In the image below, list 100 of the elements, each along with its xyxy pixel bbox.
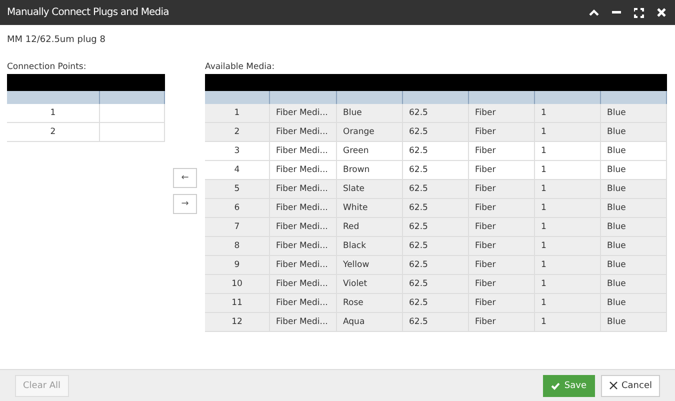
table-cell: 1	[535, 275, 601, 293]
table-cell: Fiber Medi...	[270, 180, 337, 198]
minimize-icon[interactable]	[612, 11, 621, 14]
table-cell: 62.5	[403, 142, 469, 160]
table-row[interactable]: 9 Fiber Medi... Yellow 62.5 Fiber 1 Blue	[205, 256, 667, 275]
table-row[interactable]: 10 Fiber Medi... Violet 62.5 Fiber 1 Blue	[205, 275, 667, 294]
table-cell: 3	[205, 142, 270, 160]
table-cell: 9	[205, 256, 270, 274]
table-cell: Blue	[601, 313, 667, 331]
table-cell: 1	[535, 313, 601, 331]
table-cell: Slate	[337, 180, 403, 198]
move-button[interactable]: ←	[173, 168, 197, 188]
table-cell: 1	[535, 294, 601, 312]
table-cell: 1	[535, 123, 601, 141]
table-cell: Blue	[601, 142, 667, 160]
table-cell: 62.5	[403, 161, 469, 179]
table-row[interactable]: 3 Fiber Medi... Green 62.5 Fiber 1 Blue	[205, 142, 667, 161]
table-cell: 1	[205, 104, 270, 122]
table-cell: 2	[205, 123, 270, 141]
table-cell: Rose	[337, 294, 403, 312]
table-cell: 62.5	[403, 104, 469, 122]
table-cell: 62.5	[403, 275, 469, 293]
table-cell: Black	[337, 237, 403, 255]
table-cell: 62.5	[403, 237, 469, 255]
table-row[interactable]: 8 Fiber Medi... Black 62.5 Fiber 1 Blue	[205, 237, 667, 256]
table-row[interactable]: 6 Fiber Medi... White 62.5 Fiber 1 Blue	[205, 199, 667, 218]
table-cell: 62.5	[403, 199, 469, 217]
table-cell: Blue	[601, 294, 667, 312]
table-cell: Blue	[601, 218, 667, 236]
table-cell: Fiber Medi...	[270, 199, 337, 217]
table-cell: Fiber Medi...	[270, 313, 337, 331]
table-cell: 62.5	[403, 218, 469, 236]
table-cell: 62.5	[403, 313, 469, 331]
table-row[interactable]: 12 Fiber Medi... Aqua 62.5 Fiber 1 Blue	[205, 313, 667, 332]
table-cell: Fiber	[469, 256, 535, 274]
table-cell: 62.5	[403, 123, 469, 141]
check-icon	[551, 382, 560, 390]
table-cell: Fiber	[469, 237, 535, 255]
plug-name: MM 12/62.5um plug 8	[7, 35, 106, 45]
table-cell: Blue	[601, 237, 667, 255]
table-row[interactable]: 5 Fiber Medi... Slate 62.5 Fiber 1 Blue	[205, 180, 667, 199]
table-cell: 62.5	[403, 294, 469, 312]
close-icon	[608, 381, 618, 390]
table-cell: Green	[337, 142, 403, 160]
table-row[interactable]: 11 Fiber Medi... Rose 62.5 Fiber 1 Blue	[205, 294, 667, 313]
move-button[interactable]: →	[173, 194, 197, 214]
table-cell: 62.5	[403, 256, 469, 274]
table-cell: Fiber Medi...	[270, 218, 337, 236]
table-cell: Fiber	[469, 104, 535, 122]
table-label: Available Media:	[205, 62, 276, 74]
table-label: Connection Points:	[7, 62, 88, 74]
table-row[interactable]: 7 Fiber Medi... Red 62.5 Fiber 1 Blue	[205, 218, 667, 237]
table-cell: 11	[205, 294, 270, 312]
table-cell: Fiber Medi...	[270, 294, 337, 312]
table-cell: Yellow	[337, 256, 403, 274]
table-cell: Fiber	[469, 123, 535, 141]
table-cell: Orange	[337, 123, 403, 141]
table-cell: 1	[535, 199, 601, 217]
table-cell: 8	[205, 237, 270, 255]
close-icon[interactable]	[657, 8, 666, 17]
table-cell: White	[337, 199, 403, 217]
table-cell: 1	[535, 104, 601, 122]
table-cell: Blue	[601, 180, 667, 198]
table-cell: Blue	[337, 104, 403, 122]
table-cell: Blue	[601, 275, 667, 293]
maximize-icon[interactable]	[634, 8, 644, 18]
table-cell: Fiber	[469, 294, 535, 312]
table-cell: Fiber	[469, 180, 535, 198]
table-cell: Blue	[601, 123, 667, 141]
table-cell: Fiber	[469, 218, 535, 236]
collapse-icon[interactable]	[589, 8, 599, 16]
table-row[interactable]: 4 Fiber Medi... Brown 62.5 Fiber 1 Blue	[205, 161, 667, 180]
table-cell: 1	[535, 237, 601, 255]
table-cell: Brown	[337, 161, 403, 179]
table-row[interactable]: 1 Fiber Medi... Blue 62.5 Fiber 1 Blue	[205, 104, 667, 123]
table-cell: Fiber	[469, 275, 535, 293]
table-cell: 1	[535, 218, 601, 236]
table-cell: 10	[205, 275, 270, 293]
table-cell: Fiber Medi...	[270, 161, 337, 179]
table-cell: 6	[205, 199, 270, 217]
table-cell: 12	[205, 313, 270, 331]
table-cell: Fiber Medi...	[270, 142, 337, 160]
table-cell: Red	[337, 218, 403, 236]
table-cell: Blue	[601, 256, 667, 274]
table-cell: 7	[205, 218, 270, 236]
table-cell: Fiber Medi...	[270, 275, 337, 293]
table-cell: 2	[7, 123, 100, 141]
table-cell: 1	[535, 256, 601, 274]
window-title: Manually Connect Plugs and Media	[7, 7, 170, 18]
table-row[interactable]: 2 Fiber Medi... Orange 62.5 Fiber 1 Blue	[205, 123, 667, 142]
table-cell: 1	[535, 142, 601, 160]
table-cell: Fiber	[469, 313, 535, 331]
table-cell: 5	[205, 180, 270, 198]
table-cell: Fiber	[469, 142, 535, 160]
table-cell: 1	[7, 104, 100, 122]
table-cell: Fiber Medi...	[270, 237, 337, 255]
table-cell: Blue	[601, 199, 667, 217]
table-cell: Fiber Medi...	[270, 256, 337, 274]
table-cell: 4	[205, 161, 270, 179]
table-cell: 1	[535, 161, 601, 179]
